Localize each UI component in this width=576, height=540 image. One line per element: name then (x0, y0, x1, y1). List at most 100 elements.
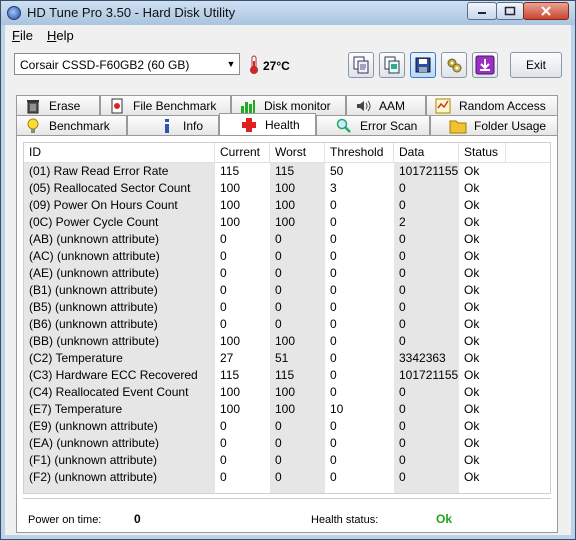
table-row[interactable]: (AC) (unknown attribute) 0 0 0 0 Ok (24, 248, 550, 265)
table-row[interactable]: (0C) Power Cycle Count 100 100 0 2 Ok (24, 214, 550, 231)
table-row[interactable]: (B1) (unknown attribute) 0 0 0 0 Ok (24, 282, 550, 299)
cell-data: 0 (394, 435, 459, 452)
cell-current: 0 (220, 300, 227, 314)
column-header-threshold[interactable]: Threshold (325, 143, 394, 162)
tab-health[interactable]: Health (219, 113, 316, 135)
cell-status: Ok (464, 368, 480, 382)
table-row[interactable]: (C2) Temperature 27 51 0 3342363 Ok (24, 350, 550, 367)
tab-label: Random Access (459, 98, 546, 113)
cell-threshold: 0 (330, 300, 337, 314)
cell-threshold: 0 (330, 385, 337, 399)
table-header: ID Current Worst Threshold Data Status (24, 143, 550, 163)
cell-current: 115 (220, 368, 240, 382)
exit-button[interactable]: Exit (510, 52, 562, 78)
health-cross-icon (240, 116, 258, 134)
cell-id: (C2) Temperature (24, 350, 215, 367)
tab-random-access[interactable]: Random Access (426, 95, 558, 115)
cell-current: 0 (220, 232, 227, 246)
cell-worst: 100 (270, 401, 325, 418)
cell-worst: 0 (270, 231, 325, 248)
tab-benchmark[interactable]: Benchmark (16, 115, 127, 135)
chevron-down-icon[interactable]: ▼ (223, 54, 239, 74)
cell-worst: 0 (270, 469, 325, 486)
cell-id: (B1) (unknown attribute) (24, 282, 215, 299)
cell-id: (0C) Power Cycle Count (24, 214, 215, 231)
copy-screenshot-button[interactable] (379, 52, 405, 78)
table-row[interactable]: (E9) (unknown attribute) 0 0 0 0 Ok (24, 418, 550, 435)
cell-worst: 0 (270, 265, 325, 282)
smart-attributes-table[interactable]: ID Current Worst Threshold Data Status (… (23, 142, 551, 494)
cell-threshold: 0 (330, 198, 337, 212)
cell-current: 27 (220, 351, 234, 365)
trash-icon (24, 97, 42, 115)
close-button[interactable] (523, 2, 569, 20)
table-row[interactable]: (BB) (unknown attribute) 100 100 0 0 Ok (24, 333, 550, 350)
cell-current: 100 (220, 385, 241, 399)
tab-disk-monitor[interactable]: Disk monitor (231, 95, 346, 115)
tab-aam[interactable]: AAM (346, 95, 426, 115)
maximize-button[interactable] (496, 2, 524, 20)
table-row[interactable]: (C3) Hardware ECC Recovered 115 115 0 101721… (24, 367, 550, 384)
tab-erase[interactable]: Erase (16, 95, 100, 115)
table-row[interactable]: (05) Reallocated Sector Count 100 100 3 0 Ok (24, 180, 550, 197)
cell-status: Ok (464, 164, 480, 178)
table-row[interactable]: (C4) Reallocated Event Count 100 100 0 0 Ok (24, 384, 550, 401)
cell-threshold: 0 (330, 419, 337, 433)
cell-data: 0 (394, 418, 459, 435)
cell-status: Ok (464, 300, 480, 314)
table-row[interactable]: (E7) Temperature 100 100 10 0 Ok (24, 401, 550, 418)
minimize-button[interactable] (467, 2, 497, 20)
menu-bar: File Help (5, 25, 571, 45)
copy-text-icon (353, 56, 369, 74)
save-icon (415, 57, 431, 73)
table-row[interactable]: (B5) (unknown attribute) 0 0 0 0 Ok (24, 299, 550, 316)
copy-text-button[interactable] (348, 52, 374, 78)
cell-status: Ok (464, 266, 480, 280)
tab-folder-usage[interactable]: Folder Usage (430, 115, 558, 135)
table-row[interactable]: (AB) (unknown attribute) 0 0 0 0 Ok (24, 231, 550, 248)
cell-status: Ok (464, 181, 480, 195)
tab-file-benchmark[interactable]: File Benchmark (100, 95, 231, 115)
table-row[interactable]: (AE) (unknown attribute) 0 0 0 0 Ok (24, 265, 550, 282)
table-row[interactable]: (01) Raw Read Error Rate 115 115 50 10172115… (24, 163, 550, 180)
cell-worst: 0 (270, 248, 325, 265)
download-icon (475, 55, 495, 75)
table-row[interactable]: (F1) (unknown attribute) 0 0 0 0 Ok (24, 452, 550, 469)
table-row[interactable]: (09) Power On Hours Count 100 100 0 0 Ok (24, 197, 550, 214)
save-button[interactable] (410, 52, 436, 78)
cell-status: Ok (464, 470, 480, 484)
app-icon (7, 6, 21, 20)
options-button[interactable] (441, 52, 467, 78)
cell-id: (F1) (unknown attribute) (24, 452, 215, 469)
column-header-current[interactable]: Current (215, 143, 270, 162)
cell-current: 0 (220, 419, 227, 433)
column-header-data[interactable]: Data (394, 143, 459, 162)
table-row[interactable]: (F2) (unknown attribute) 0 0 0 0 Ok (24, 469, 550, 486)
tab-label: Health (265, 117, 300, 132)
title-bar[interactable]: HD Tune Pro 3.50 - Hard Disk Utility (1, 1, 575, 25)
close-icon (541, 6, 551, 16)
tab-label: File Benchmark (133, 98, 217, 113)
cell-status: Ok (464, 402, 480, 416)
menu-help[interactable]: Help (47, 28, 74, 43)
power-on-time-label: Power on time: (28, 514, 102, 526)
cell-data: 0 (394, 401, 459, 418)
cell-threshold: 0 (330, 334, 337, 348)
health-panel: ID Current Worst Threshold Data Status (… (16, 135, 558, 533)
tab-label: Disk monitor (264, 98, 331, 113)
cell-data: 0 (394, 248, 459, 265)
tab-error-scan[interactable]: Error Scan (316, 115, 430, 135)
column-header-status[interactable]: Status (459, 143, 506, 162)
cell-current: 100 (220, 215, 241, 229)
cell-id: (C4) Reallocated Event Count (24, 384, 215, 401)
menu-file[interactable]: File (12, 28, 33, 43)
table-row[interactable]: (EA) (unknown attribute) 0 0 0 0 Ok (24, 435, 550, 452)
column-header-id[interactable]: ID (24, 143, 215, 162)
download-button[interactable] (472, 52, 498, 78)
column-header-worst[interactable]: Worst (270, 143, 325, 162)
drive-select[interactable]: Corsair CSSD-F60GB2 (60 GB) ▼ (14, 53, 240, 75)
tab-info[interactable]: Info (127, 115, 219, 135)
magnifier-icon (335, 117, 353, 135)
cell-id: (BB) (unknown attribute) (24, 333, 215, 350)
table-row[interactable]: (B6) (unknown attribute) 0 0 0 0 Ok (24, 316, 550, 333)
